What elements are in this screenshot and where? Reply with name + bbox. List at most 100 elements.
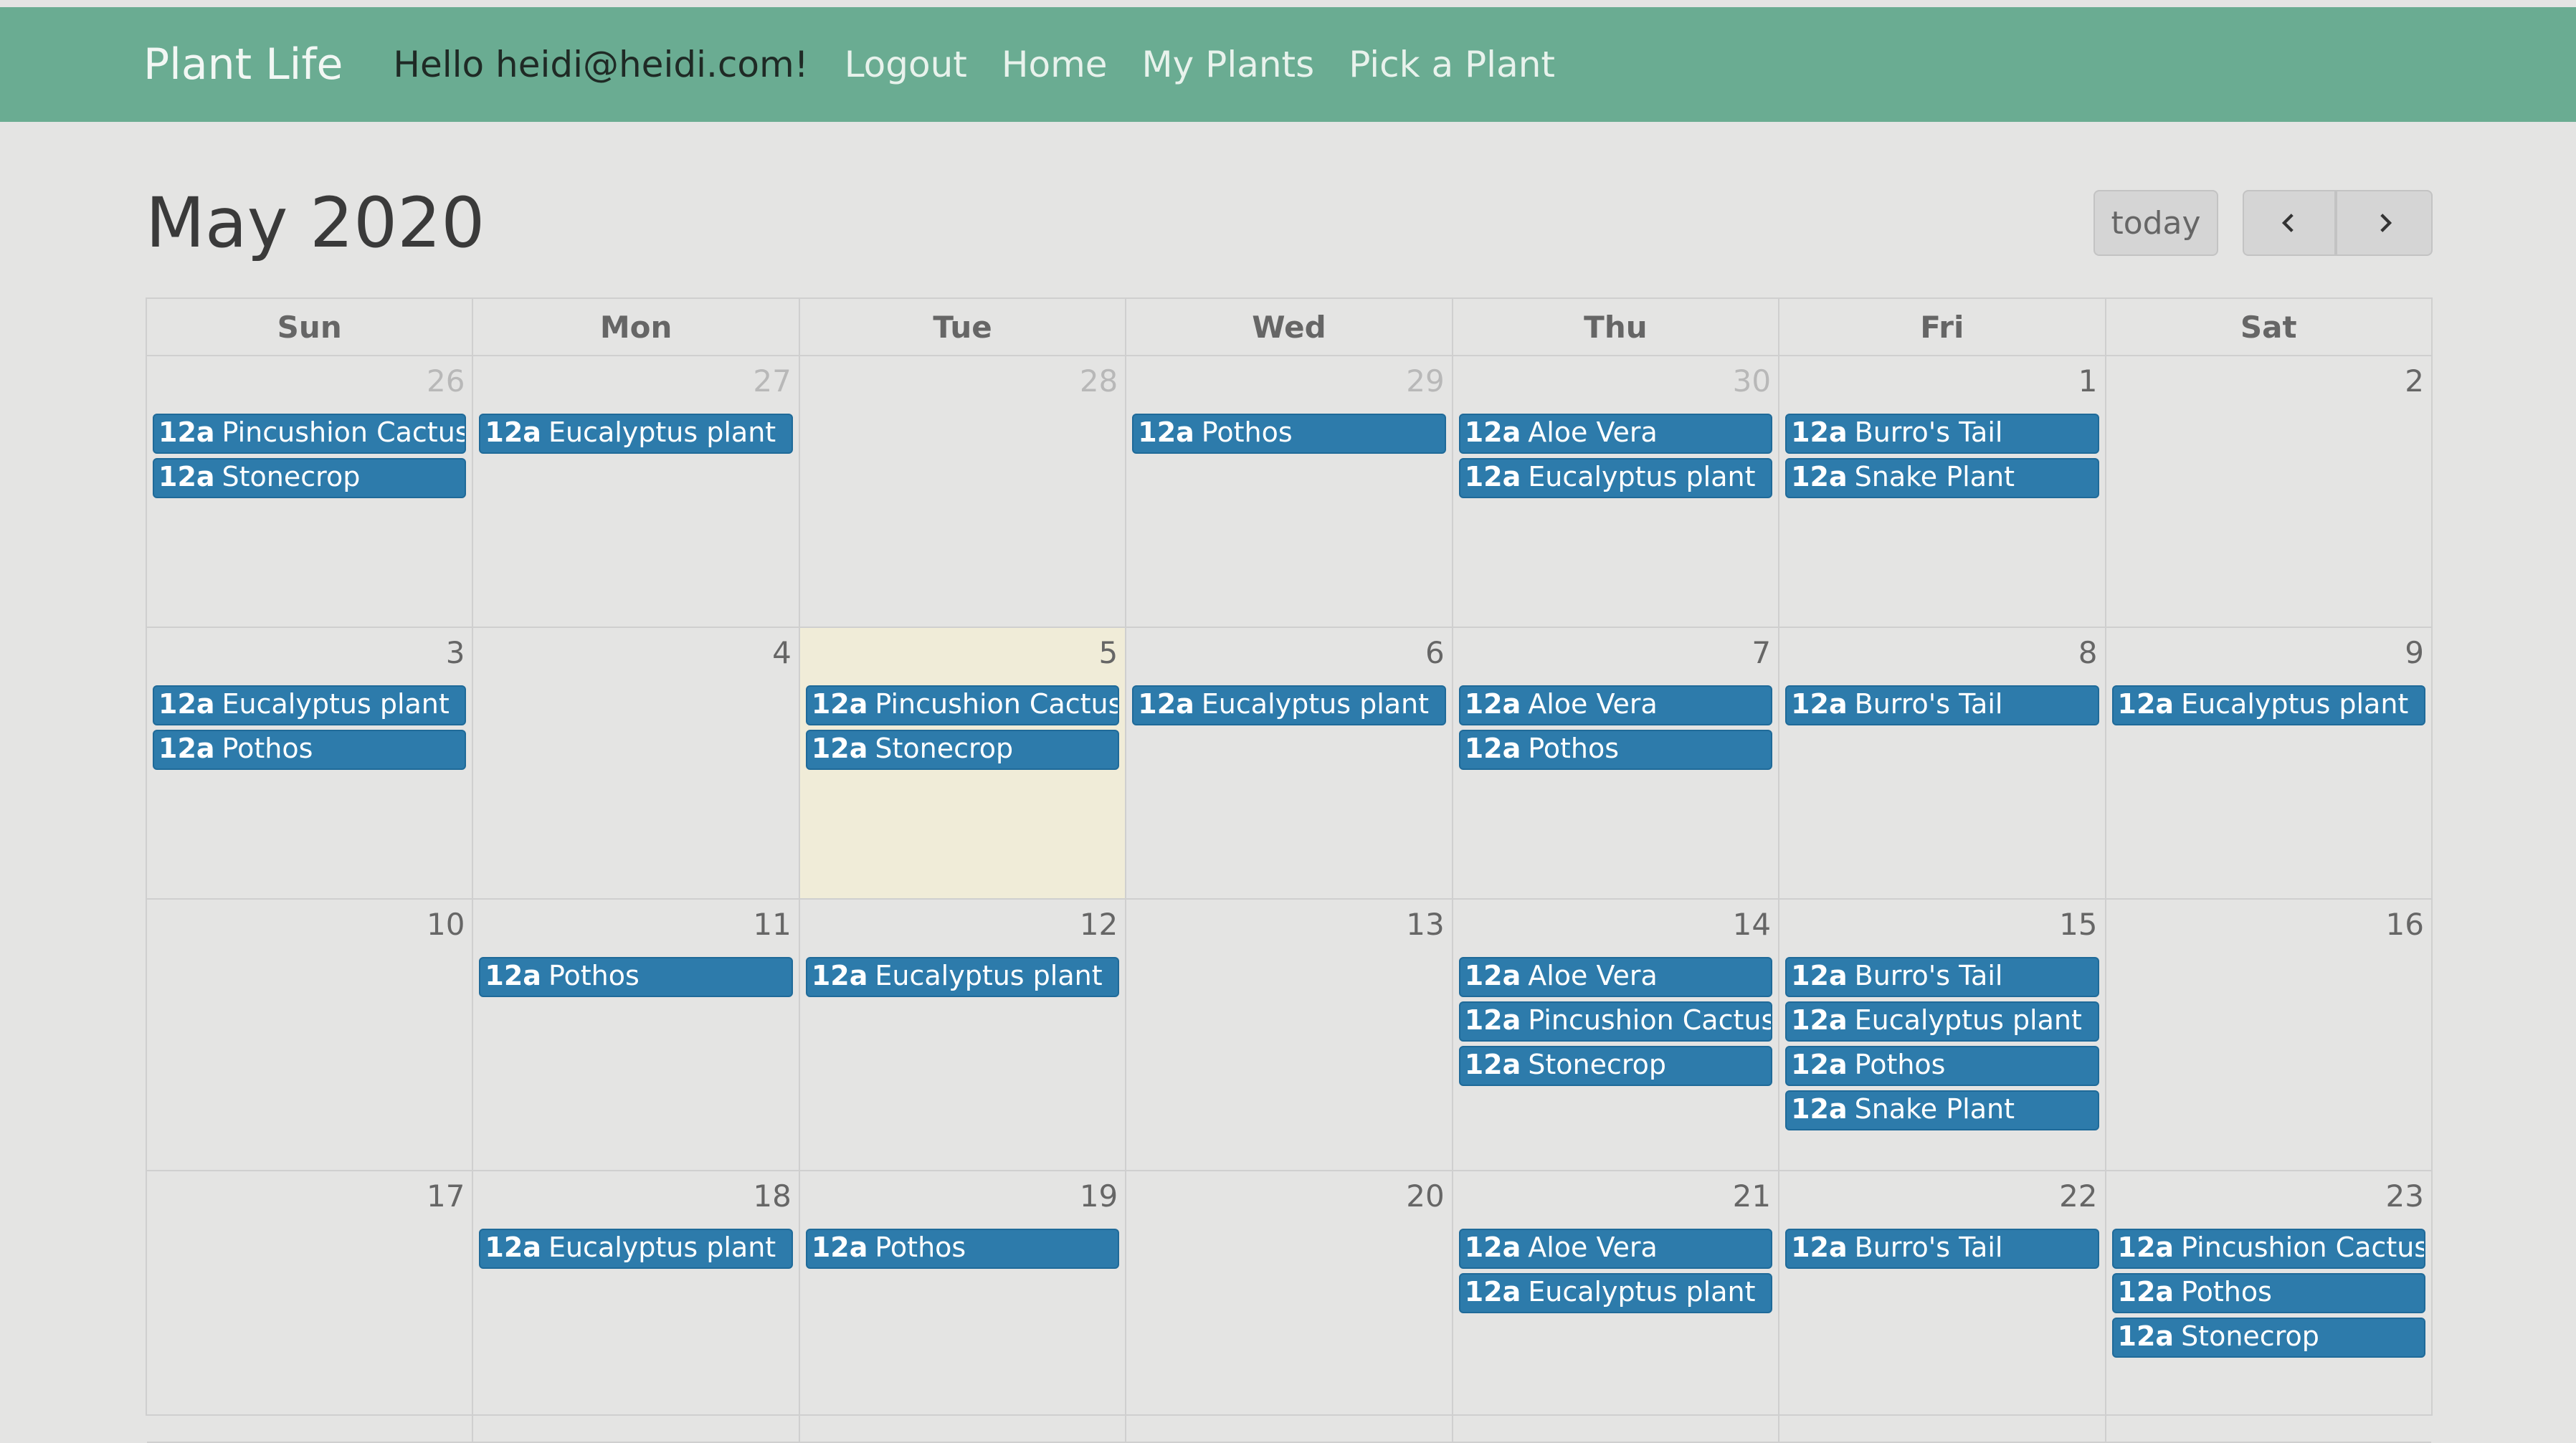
day-events: 12a Burro's Tail 12a Snake Plant [1785,414,2099,503]
calendar-event[interactable]: 12a Stonecrop [153,458,467,498]
day-number[interactable]: 10 [427,907,465,942]
calendar-event[interactable]: 12a Pothos [153,730,467,770]
calendar-event[interactable]: 12a Burro's Tail [1785,957,2099,997]
calendar-event[interactable]: 12a Pothos [1785,1046,2099,1086]
calendar-event[interactable]: 12a Eucalyptus plant [2111,685,2425,725]
day-cell[interactable]: 21 12a Aloe Vera 12a Eucalyptus plant [1453,1171,1780,1442]
day-cell[interactable]: 28 [800,356,1127,627]
day-number[interactable]: 23 [2386,1178,2424,1214]
day-number[interactable]: 6 [1425,635,1445,670]
day-number[interactable]: 17 [427,1178,465,1214]
calendar-event[interactable]: 12a Pothos [1458,730,1773,770]
day-cell[interactable]: 29 12a Pothos [1126,356,1453,627]
day-number[interactable]: 2 [2405,363,2424,399]
today-button[interactable]: today [2093,190,2218,256]
day-cell[interactable]: 1 12a Burro's Tail 12a Snake Plant [1779,356,2106,627]
day-cell[interactable]: 17 [147,1171,474,1442]
day-cell[interactable]: 27 12a Eucalyptus plant [473,356,800,627]
day-cell[interactable]: 30 12a Aloe Vera 12a Eucalyptus plant [1453,356,1780,627]
calendar-event[interactable]: 12a Burro's Tail [1785,1229,2099,1269]
calendar-event[interactable]: 12a Aloe Vera [1458,957,1773,997]
day-number[interactable]: 3 [446,635,465,670]
calendar-event[interactable]: 12a Pothos [1132,414,1446,454]
day-cell[interactable]: 8 12a Burro's Tail [1779,628,2106,898]
nav-home-link[interactable]: Home [1002,44,1108,85]
day-cell[interactable]: 4 [473,628,800,898]
calendar-event[interactable]: 12a Eucalyptus plant [805,957,1120,997]
nav-my-plants-link[interactable]: My Plants [1142,44,1315,85]
day-cell[interactable]: 20 [1126,1171,1453,1442]
day-number[interactable]: 29 [1406,363,1444,399]
calendar-event[interactable]: 12a Snake Plant [1785,458,2099,498]
day-cell[interactable]: 26 12a Pincushion Cactus 12a Stonecrop [147,356,474,627]
day-cell[interactable]: 3 12a Eucalyptus plant 12a Pothos [147,628,474,898]
day-number[interactable]: 30 [1733,363,1771,399]
calendar-event[interactable]: 12a Eucalyptus plant [1132,685,1446,725]
calendar-event[interactable]: 12a Aloe Vera [1458,685,1773,725]
calendar-event[interactable]: 12a Aloe Vera [1458,1229,1773,1269]
day-number[interactable]: 5 [1099,635,1118,670]
day-cell[interactable]: 18 12a Eucalyptus plant [473,1171,800,1442]
day-number[interactable]: 8 [2078,635,2098,670]
calendar-event[interactable]: 12a Pothos [2111,1273,2425,1313]
calendar-event[interactable]: 12a Eucalyptus plant [1458,458,1773,498]
day-cell[interactable]: 23 12a Pincushion Cactus 12a Pothos 12a Stonec… [2106,1171,2431,1442]
nav-pick-a-plant-link[interactable]: Pick a Plant [1349,44,1555,85]
day-cell[interactable]: 12 12a Eucalyptus plant [800,900,1127,1170]
day-number[interactable]: 4 [772,635,792,670]
nav-logout-link[interactable]: Logout [845,44,967,85]
calendar-event[interactable]: 12a Eucalyptus plant [479,414,793,454]
day-cell[interactable]: 14 12a Aloe Vera 12a Pincushion Cactus 12a Sto… [1453,900,1780,1170]
day-number[interactable]: 27 [753,363,791,399]
calendar-event[interactable]: 12a Burro's Tail [1785,685,2099,725]
calendar-event[interactable]: 12a Pincushion Cactus [153,414,467,454]
prev-month-button[interactable] [2243,190,2336,256]
day-cell[interactable]: 13 [1126,900,1453,1170]
calendar-event[interactable]: 12a Eucalyptus plant [153,685,467,725]
calendar-event[interactable]: 12a Pincushion Cactus [805,685,1120,725]
calendar-event[interactable]: 12a Stonecrop [2111,1318,2425,1358]
day-cell[interactable]: 2 [2106,356,2431,627]
day-number[interactable]: 14 [1733,907,1771,942]
day-number[interactable]: 20 [1406,1178,1444,1214]
day-number[interactable]: 19 [1080,1178,1118,1214]
day-number[interactable]: 26 [427,363,465,399]
day-cell[interactable]: 10 [147,900,474,1170]
day-cell[interactable]: 22 12a Burro's Tail [1779,1171,2106,1442]
day-number[interactable]: 28 [1080,363,1118,399]
next-month-button[interactable] [2336,190,2433,256]
day-number[interactable]: 11 [753,907,791,942]
calendar-event[interactable]: 12a Eucalyptus plant [479,1229,793,1269]
day-number[interactable]: 7 [1752,635,1771,670]
brand-logo[interactable]: Plant Life [143,39,343,90]
day-number[interactable]: 1 [2078,363,2098,399]
day-cell-today[interactable]: 5 12a Pincushion Cactus 12a Stonecrop [799,628,1127,898]
calendar-event[interactable]: 12a Snake Plant [1785,1090,2099,1130]
calendar-event[interactable]: 12a Eucalyptus plant [1785,1001,2099,1042]
calendar-event[interactable]: 12a Aloe Vera [1458,414,1773,454]
day-cell[interactable]: 11 12a Pothos [473,900,800,1170]
day-cell[interactable]: 19 12a Pothos [800,1171,1127,1442]
day-number[interactable]: 18 [753,1178,791,1214]
day-cell[interactable]: 9 12a Eucalyptus plant [2106,628,2431,898]
calendar-event[interactable]: 12a Stonecrop [805,730,1120,770]
day-cell[interactable]: 7 12a Aloe Vera 12a Pothos [1453,628,1780,898]
event-title: Eucalyptus plant [1854,1004,2082,1036]
calendar-event[interactable]: 12a Pincushion Cactus [1458,1001,1773,1042]
calendar-event[interactable]: 12a Burro's Tail [1785,414,2099,454]
day-number[interactable]: 21 [1733,1178,1771,1214]
day-number[interactable]: 16 [2386,907,2424,942]
calendar-event[interactable]: 12a Pothos [479,957,793,997]
day-cell[interactable]: 16 [2106,900,2431,1170]
day-cell[interactable]: 6 12a Eucalyptus plant [1126,628,1453,898]
day-number[interactable]: 22 [2059,1178,2097,1214]
calendar-event[interactable]: 12a Pincushion Cactus [2111,1229,2425,1269]
calendar-event[interactable]: 12a Eucalyptus plant [1458,1273,1773,1313]
day-number[interactable]: 12 [1080,907,1118,942]
calendar-event[interactable]: 12a Stonecrop [1458,1046,1773,1086]
calendar-event[interactable]: 12a Pothos [805,1229,1120,1269]
day-number[interactable]: 13 [1406,907,1444,942]
day-number[interactable]: 15 [2059,907,2097,942]
day-cell[interactable]: 15 12a Burro's Tail 12a Eucalyptus plant 12a P… [1779,900,2106,1170]
day-number[interactable]: 9 [2405,635,2424,670]
